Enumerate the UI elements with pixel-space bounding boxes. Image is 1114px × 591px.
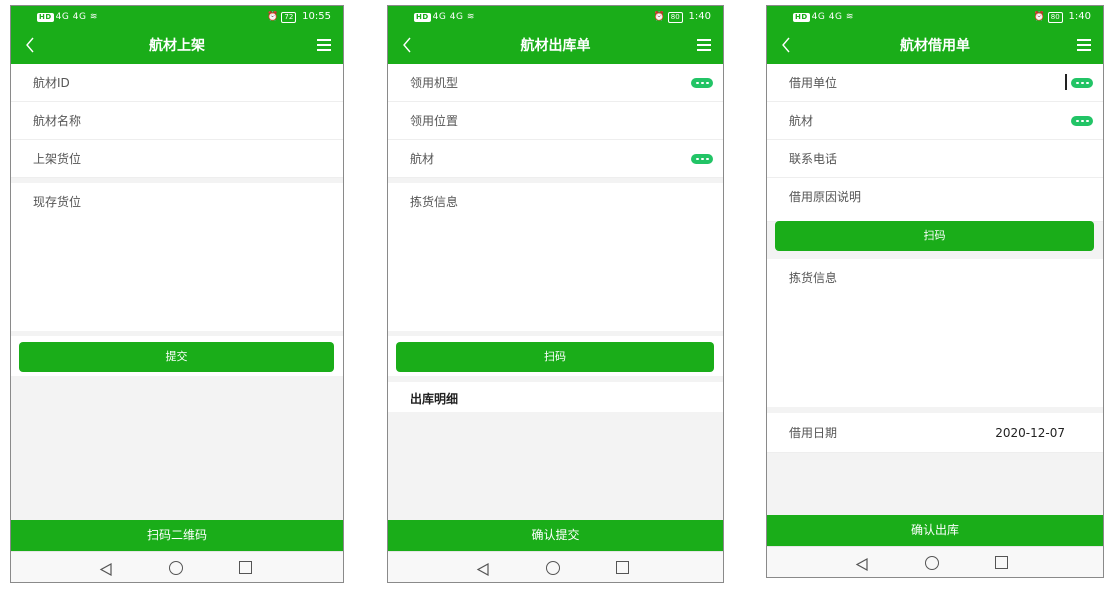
field-usage-position[interactable]: 领用位置	[388, 102, 723, 140]
field-part-id[interactable]: 航材ID	[11, 64, 343, 102]
battery-icon: 80	[667, 12, 683, 23]
battery-icon: 72	[281, 12, 297, 23]
alarm-icon: ⏰	[267, 12, 279, 22]
field-aircraft-type[interactable]: 领用机型	[388, 64, 723, 102]
content: 领用机型 领用位置 航材 拣货信息 扫码 出库明细	[388, 64, 723, 520]
field-label: 领用机型	[410, 76, 459, 90]
nav-recent-square-icon[interactable]	[995, 556, 1008, 569]
wifi-icon: ≋	[845, 12, 854, 22]
date-value: 2020-12-07	[995, 426, 1065, 440]
confirm-outbound-button[interactable]: 确认出库	[767, 515, 1103, 546]
alarm-icon: ⏰	[653, 12, 665, 22]
field-label: 借用原因说明	[789, 190, 862, 204]
network-status: HD 4G 4G ≋	[37, 12, 98, 22]
nav-home-circle-icon[interactable]	[925, 556, 939, 570]
section-title: 出库明细	[410, 392, 459, 406]
textarea-label: 拣货信息	[410, 195, 459, 209]
page-title: 航材借用单	[900, 38, 970, 54]
clock: 1:40	[688, 11, 711, 22]
nav-recent-square-icon[interactable]	[239, 561, 252, 574]
nav-bar: 航材上架	[11, 28, 343, 64]
nav-back-triangle-icon[interactable]	[99, 561, 113, 577]
nav-home-circle-icon[interactable]	[169, 561, 183, 575]
nav-back-triangle-icon[interactable]	[476, 561, 490, 577]
nav-home-circle-icon[interactable]	[546, 561, 560, 575]
status-bar: HD 4G 4G ≋ ⏰ 72 10:55	[11, 6, 343, 28]
field-label: 领用位置	[410, 114, 459, 128]
status-bar: HD 4G 4G ≋ ⏰ 80 1:40	[767, 6, 1103, 28]
chevron-left-icon[interactable]	[402, 36, 420, 56]
field-part[interactable]: 航材	[388, 140, 723, 178]
scan-button[interactable]: 扫码	[775, 221, 1094, 251]
status-right: ⏰ 72 10:55	[267, 6, 331, 28]
chevron-left-icon[interactable]	[25, 36, 43, 56]
scan-button[interactable]: 扫码	[396, 342, 714, 372]
page-title: 航材出库单	[520, 38, 591, 54]
nav-back-triangle-icon[interactable]	[855, 556, 869, 572]
field-label: 航材	[789, 114, 814, 128]
section-header: 出库明细	[388, 382, 723, 412]
field-part[interactable]: 航材	[767, 102, 1103, 140]
phone-screen-borrow: HD4G 4G ≋ ⏰ 80 1:40 航材借用单 借用单位 航材 联系电话	[766, 5, 1104, 578]
wifi-icon: ≋	[89, 12, 98, 22]
text-cursor	[1065, 74, 1067, 90]
more-options-icon[interactable]	[691, 154, 713, 164]
system-nav-bar	[767, 546, 1103, 577]
chevron-left-icon[interactable]	[781, 36, 799, 56]
more-options-icon[interactable]	[691, 78, 713, 88]
field-label: 航材ID	[33, 76, 70, 90]
submit-button[interactable]: 提交	[19, 342, 334, 372]
alarm-icon: ⏰	[1033, 12, 1045, 22]
scan-qr-button[interactable]: 扫码二维码	[11, 520, 343, 551]
wifi-icon: ≋	[466, 12, 475, 22]
nav-bar: 航材借用单	[767, 28, 1103, 64]
network-status: HD 4G 4G ≋	[414, 12, 475, 22]
field-phone[interactable]: 联系电话	[767, 140, 1103, 178]
status-bar: HD 4G 4G ≋ ⏰ 80 1:40	[388, 6, 723, 28]
field-label: 借用日期	[789, 426, 838, 440]
confirm-submit-button[interactable]: 确认提交	[388, 520, 723, 551]
picking-info-textarea[interactable]: 拣货信息	[388, 183, 723, 331]
menu-icon[interactable]	[697, 39, 711, 51]
content: 航材ID 航材名称 上架货位 现存货位 提交	[11, 64, 343, 520]
field-label: 上架货位	[33, 152, 82, 166]
menu-icon[interactable]	[1077, 39, 1091, 51]
field-borrow-reason[interactable]: 借用原因说明	[767, 178, 1103, 222]
battery-icon: 80	[1047, 12, 1063, 23]
clock: 10:55	[302, 11, 331, 22]
system-nav-bar	[388, 551, 723, 582]
current-location-textarea[interactable]: 现存货位	[11, 183, 343, 331]
status-right: ⏰ 80 1:40	[654, 6, 711, 28]
content: 借用单位 航材 联系电话 借用原因说明 扫码 拣货信息 借用日期 2020-12…	[767, 64, 1103, 515]
page-title: 航材上架	[149, 38, 205, 54]
textarea-label: 现存货位	[33, 195, 82, 209]
picking-info-textarea[interactable]: 拣货信息	[767, 259, 1103, 407]
field-label: 航材	[410, 152, 435, 166]
field-shelf-location[interactable]: 上架货位	[11, 140, 343, 178]
field-borrowing-unit[interactable]: 借用单位	[767, 64, 1103, 102]
field-label: 航材名称	[33, 114, 82, 128]
more-options-icon[interactable]	[1071, 78, 1093, 88]
nav-recent-square-icon[interactable]	[616, 561, 629, 574]
phone-screen-shelving: HD 4G 4G ≋ ⏰ 72 10:55 航材上架 航材ID 航材名称 上架货位…	[10, 5, 344, 583]
more-options-icon[interactable]	[1071, 116, 1093, 126]
clock: 1:40	[1068, 11, 1091, 22]
nav-bar: 航材出库单	[388, 28, 723, 64]
textarea-label: 拣货信息	[789, 271, 838, 285]
field-borrow-date[interactable]: 借用日期 2020-12-07	[767, 413, 1103, 453]
field-label: 联系电话	[789, 152, 838, 166]
field-label: 借用单位	[789, 76, 838, 90]
network-status: HD 4G 4G ≋	[793, 12, 854, 22]
menu-icon[interactable]	[317, 39, 331, 51]
field-part-name[interactable]: 航材名称	[11, 102, 343, 140]
system-nav-bar	[11, 551, 343, 582]
status-right: ⏰ 80 1:40	[1034, 6, 1091, 28]
phone-screen-outbound: HD 4G 4G ≋ ⏰ 80 1:40 航材出库单 领用机型 领用位置 航材 拣…	[387, 5, 724, 583]
